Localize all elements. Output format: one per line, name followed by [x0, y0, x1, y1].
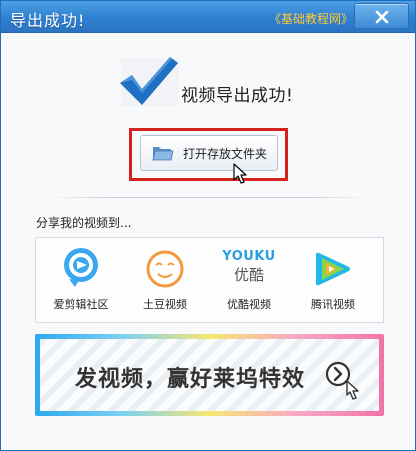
youku-logo-sub: 优酷: [233, 266, 264, 284]
aijianji-community-icon: [64, 248, 98, 287]
youku-logo-text: YOUKU: [222, 249, 276, 264]
share-item-youku[interactable]: YOUKU 优酷 优酷视频: [207, 237, 291, 323]
close-icon: [375, 10, 389, 24]
share-item-label: 优酷视频: [227, 298, 271, 311]
share-item-tencent-video[interactable]: 腾讯视频: [291, 237, 375, 323]
divider: [47, 197, 371, 198]
watermark-text: 《基础教程网》: [269, 12, 354, 26]
export-success-dialog: 导出成功! 《基础教程网》 视频导出成功! 打开存放文件夹 分享我的视频到...: [0, 0, 416, 451]
mouse-cursor-icon: [233, 163, 247, 184]
share-item-tudou[interactable]: 土豆视频: [123, 237, 207, 323]
share-section-title: 分享我的视频到...: [36, 216, 132, 230]
open-folder-label: 打开存放文件夹: [183, 147, 268, 161]
folder-icon: [152, 147, 174, 161]
tudou-icon: [146, 250, 184, 288]
share-item-aijianji-community[interactable]: 爱剪辑社区: [39, 237, 123, 323]
share-item-label: 土豆视频: [143, 298, 187, 311]
promo-banner-inner: 发视频，赢好莱坞特效: [40, 339, 379, 411]
share-item-label: 爱剪辑社区: [53, 298, 109, 311]
close-button[interactable]: [354, 3, 409, 29]
promo-banner[interactable]: 发视频，赢好莱坞特效: [35, 334, 384, 416]
open-folder-button[interactable]: 打开存放文件夹: [140, 135, 278, 171]
youku-icon: YOUKU 优酷: [219, 249, 279, 289]
arrow-circle-icon: [325, 361, 359, 400]
tencent-video-icon: [316, 252, 350, 286]
share-item-label: 腾讯视频: [311, 298, 355, 311]
promo-banner-text: 发视频，赢好莱坞特效: [75, 367, 306, 392]
checkmark-icon: [120, 57, 178, 105]
success-message: 视频导出成功!: [181, 86, 294, 106]
title-bar[interactable]: 导出成功! 《基础教程网》: [1, 1, 415, 33]
window-title: 导出成功!: [10, 11, 86, 30]
